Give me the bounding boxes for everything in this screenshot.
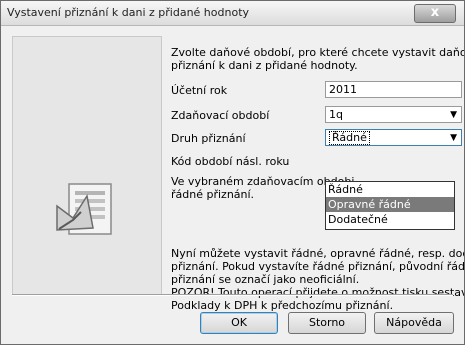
info-text: Nyní můžete vystavit řádné, opravné řádn… (171, 247, 465, 312)
druh-priznani-select[interactable]: Řádné ▼ (325, 129, 462, 146)
separator (12, 294, 453, 296)
dropdown-arrow-icon: ▼ (450, 110, 457, 120)
dropdown-option[interactable]: Opravné řádné (326, 197, 454, 212)
illustration-panel (12, 36, 162, 295)
dropdown-option[interactable]: Dodatečné (326, 212, 454, 227)
storno-button[interactable]: Storno (288, 312, 366, 334)
ucetni-rok-field[interactable]: 2011 (325, 81, 462, 98)
napoveda-button[interactable]: Nápověda (374, 312, 454, 334)
intro-text: Zvolte daňové období, pro které chcete v… (171, 46, 465, 72)
dialog-window: Vystavení přiznání k dani z přidané hodn… (0, 0, 465, 345)
window-title: Vystavení přiznání k dani z přidané hodn… (7, 6, 250, 19)
ok-button[interactable]: OK (200, 312, 278, 334)
druh-priznani-dropdown-list: Řádné Opravné řádné Dodatečné (325, 181, 455, 230)
close-button[interactable]: x (414, 4, 456, 23)
dropdown-option[interactable]: Řádné (326, 182, 454, 197)
dialog-content: Zvolte daňové období, pro které chcete v… (9, 31, 464, 336)
zdanovaci-obdobi-label: Zdaňovací období (171, 109, 270, 122)
title-bar: Vystavení přiznání k dani z přidané hodn… (1, 1, 464, 26)
ucetni-rok-label: Účetní rok (171, 84, 228, 97)
dropdown-arrow-icon: ▼ (450, 133, 457, 143)
druh-priznani-label: Druh přiznání (171, 132, 246, 145)
tax-document-icon (56, 183, 112, 235)
kod-obdobi-label: Kód období násl. roku (171, 155, 290, 168)
zdanovaci-obdobi-select[interactable]: 1q ▼ (325, 106, 462, 123)
